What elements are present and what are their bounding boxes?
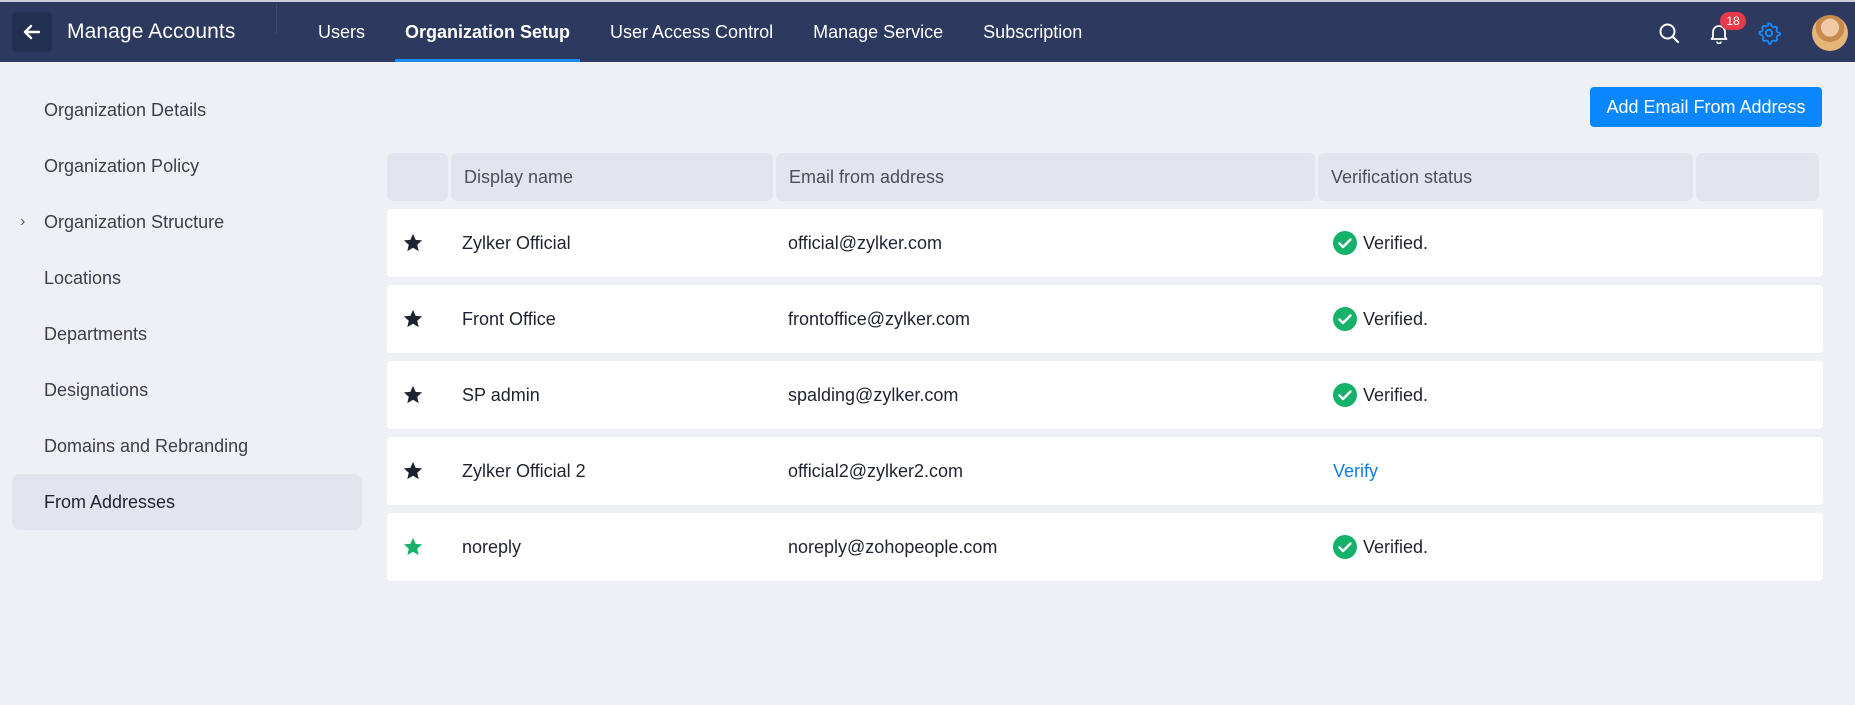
tab-manage-service[interactable]: Manage Service [793, 2, 963, 62]
verification-status: Verified. [1333, 231, 1428, 255]
verify-link[interactable]: Verify [1333, 461, 1378, 482]
sidebar-item-departments[interactable]: Departments [12, 306, 362, 362]
sidebar-item-label: Locations [44, 267, 122, 288]
sidebar-item-label: Organization Structure [44, 211, 225, 232]
display-name: noreply [462, 536, 522, 557]
sidebar-item-label: Departments [44, 323, 148, 344]
title-divider [276, 4, 277, 34]
verification-status: Verified. [1333, 383, 1428, 407]
sidebar-item-label: Organization Details [44, 99, 207, 120]
star-icon[interactable] [387, 209, 439, 277]
table-row[interactable]: Front Office frontoffice@zylker.com Veri… [387, 285, 1823, 353]
email-address: official@zylker.com [788, 232, 942, 253]
sidebar-item-label: Organization Policy [44, 155, 200, 176]
main-nav: Users Organization Setup User Access Con… [298, 2, 1102, 62]
check-circle-icon [1333, 383, 1357, 407]
star-icon[interactable] [387, 285, 439, 353]
table-header: Display name Email from address Verifica… [387, 153, 1823, 201]
sidebar-item-domains-and-rebranding[interactable]: Domains and Rebranding [12, 418, 362, 474]
sidebar: Organization Details Organization Policy… [12, 82, 362, 530]
status-text: Verified. [1363, 232, 1429, 253]
check-circle-icon [1333, 307, 1357, 331]
back-arrow-icon [23, 24, 41, 40]
avatar[interactable] [1812, 15, 1848, 51]
sidebar-item-label: Designations [44, 379, 149, 400]
back-button[interactable] [12, 12, 52, 52]
table-row[interactable]: Zylker Official official@zylker.com Veri… [387, 209, 1823, 277]
display-name: Front Office [462, 308, 556, 329]
tab-organization-setup[interactable]: Organization Setup [385, 2, 590, 62]
status-text: Verified. [1363, 536, 1429, 557]
verification-status: Verified. [1333, 307, 1428, 331]
table-row[interactable]: SP admin spalding@zylker.com Verified. [387, 361, 1823, 429]
sidebar-item-organization-structure[interactable]: › Organization Structure [12, 194, 362, 250]
star-icon[interactable] [387, 437, 439, 505]
email-address: spalding@zylker.com [788, 384, 959, 405]
verification-status: Verified. [1333, 535, 1428, 559]
email-address: noreply@zohopeople.com [788, 536, 998, 557]
tab-user-access-control[interactable]: User Access Control [590, 2, 793, 62]
table-row[interactable]: Zylker Official 2 official2@zylker2.com … [387, 437, 1823, 505]
display-name: Zylker Official 2 [462, 460, 586, 481]
search-icon[interactable] [1656, 20, 1682, 46]
display-name: Zylker Official [462, 232, 571, 253]
header-display-name[interactable]: Display name [451, 153, 773, 201]
add-email-from-address-button[interactable]: Add Email From Address [1590, 87, 1822, 127]
check-circle-icon [1333, 231, 1357, 255]
tab-users[interactable]: Users [298, 2, 385, 62]
gear-icon[interactable] [1756, 20, 1782, 46]
sidebar-item-designations[interactable]: Designations [12, 362, 362, 418]
sidebar-item-locations[interactable]: Locations [12, 250, 362, 306]
table-row[interactable]: noreply noreply@zohopeople.com Verified. [387, 513, 1823, 581]
check-circle-icon [1333, 535, 1357, 559]
tab-subscription[interactable]: Subscription [963, 2, 1102, 62]
sidebar-item-organization-policy[interactable]: Organization Policy [12, 138, 362, 194]
header-actions-column [1696, 153, 1819, 201]
header-verification-status[interactable]: Verification status [1318, 153, 1693, 201]
email-address: frontoffice@zylker.com [788, 308, 971, 329]
status-text: Verified. [1363, 384, 1429, 405]
status-text: Verified. [1363, 308, 1429, 329]
sidebar-item-organization-details[interactable]: Organization Details [12, 82, 362, 138]
default-star-icon[interactable] [387, 513, 439, 581]
email-address: official2@zylker2.com [788, 460, 963, 481]
notification-badge: 18 [1720, 12, 1746, 30]
app-title: Manage Accounts [67, 20, 236, 43]
sidebar-item-from-addresses[interactable]: From Addresses [12, 474, 362, 530]
header-email-from-address[interactable]: Email from address [776, 153, 1315, 201]
top-bar: Manage Accounts Users Organization Setup… [0, 0, 1855, 62]
sidebar-item-label: Domains and Rebranding [44, 435, 249, 456]
verification-status: Verify [1333, 461, 1378, 482]
star-icon[interactable] [387, 361, 439, 429]
sidebar-item-label: From Addresses [44, 491, 176, 512]
display-name: SP admin [462, 384, 540, 405]
chevron-right-icon[interactable]: › [20, 213, 25, 231]
header-star-column [387, 153, 448, 201]
